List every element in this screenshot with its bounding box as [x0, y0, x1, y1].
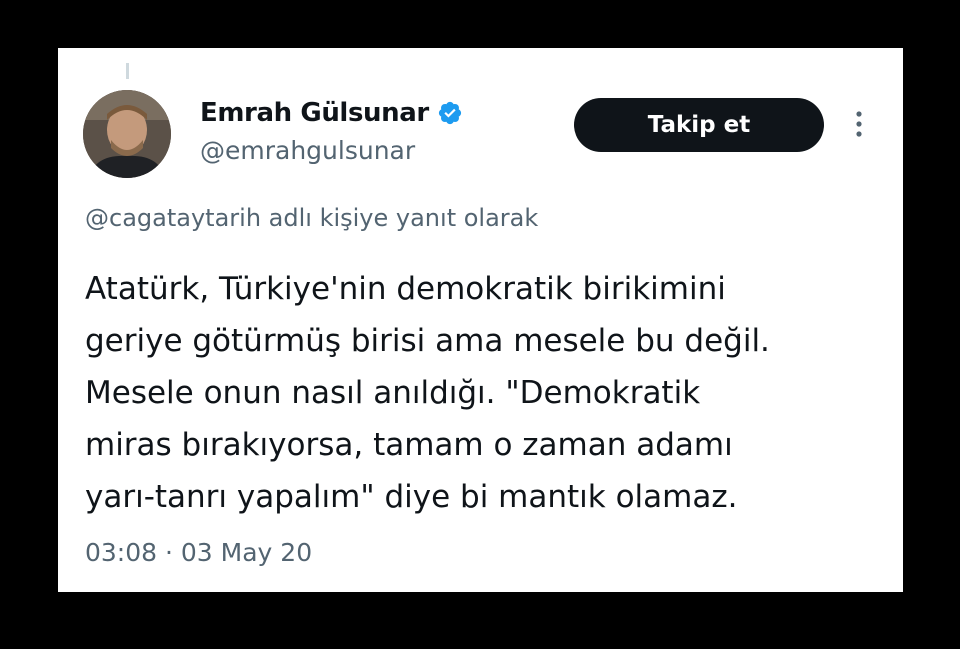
reply-context[interactable]: @cagataytarih adlı kişiye yanıt olarak	[85, 204, 538, 232]
user-handle[interactable]: @emrahgulsunar	[200, 136, 415, 165]
verified-badge-icon	[438, 101, 461, 125]
tweet-date[interactable]: 03 May 20	[181, 538, 312, 567]
meta-separator: ·	[165, 538, 173, 567]
tweet-text-line: geriye götürmüş birisi ama mesele bu değ…	[85, 323, 770, 359]
user-name-row: Emrah Gülsunar	[200, 96, 463, 130]
profile-photo-icon	[83, 90, 171, 178]
follow-button[interactable]: Takip et	[574, 98, 824, 152]
timestamp-row: 03:08 · 03 May 20	[85, 538, 312, 567]
more-vertical-icon[interactable]	[850, 108, 868, 140]
tweet-text: Atatürk, Türkiye'nin demokratik birikimi…	[85, 263, 885, 523]
avatar[interactable]	[83, 90, 171, 178]
tweet-text-line: yarı-tanrı yapalım" diye bi mantık olama…	[85, 479, 738, 515]
tweet-text-line: Mesele onun nasıl anıldığı. "Demokratik	[85, 375, 701, 411]
tweet-text-line: miras bırakıyorsa, tamam o zaman adamı	[85, 427, 733, 463]
tweet-time[interactable]: 03:08	[85, 538, 157, 567]
thread-connector-line	[126, 63, 129, 79]
tweet-text-line: Atatürk, Türkiye'nin demokratik birikimi…	[85, 271, 726, 307]
tweet-card: Emrah Gülsunar @emrahgulsunar Takip et @…	[58, 48, 903, 592]
display-name[interactable]: Emrah Gülsunar	[200, 98, 429, 128]
